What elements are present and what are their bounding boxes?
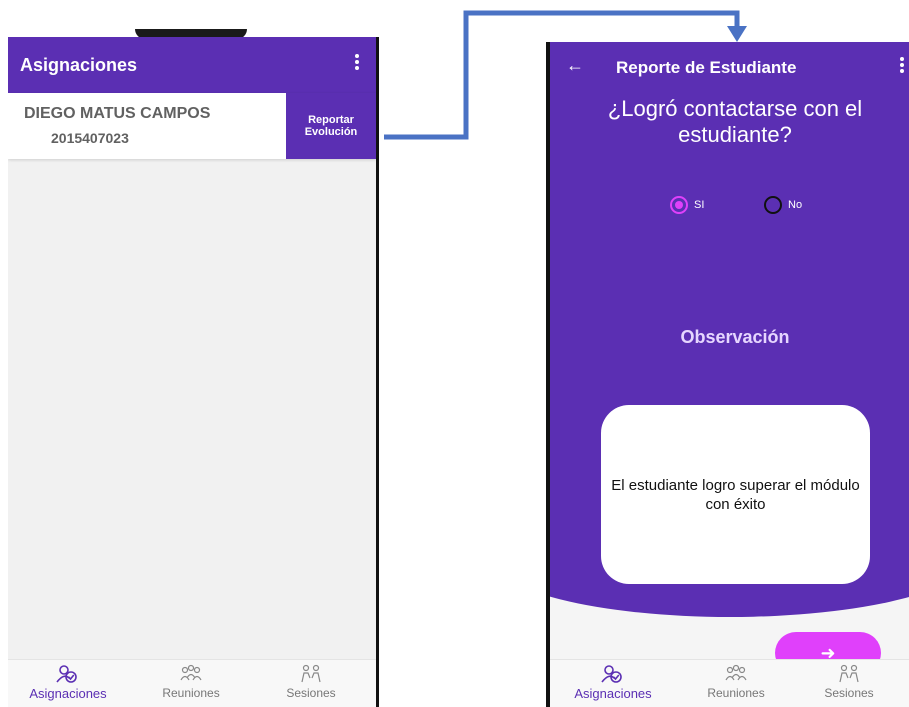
session-icon — [301, 664, 321, 683]
radio-label: No — [788, 199, 803, 211]
nav-sesiones[interactable]: Sesiones — [794, 664, 904, 700]
nav-asignaciones[interactable]: Asignaciones — [558, 664, 668, 701]
report-button-line-2: Evolución — [304, 126, 358, 138]
arrow-left-icon[interactable]: ← — [566, 55, 584, 76]
phone-bezel — [376, 37, 379, 707]
screen-title: Reporte de Estudiante — [616, 58, 797, 77]
assignments-screen: Asignaciones DIEGO MATUS CAMPOS 20154070… — [8, 37, 376, 707]
report-button-line-1: Reportar — [308, 114, 354, 126]
nav-label: Reuniones — [162, 686, 220, 700]
nav-reuniones[interactable]: Reuniones — [136, 664, 246, 700]
session-icon — [839, 664, 859, 683]
observation-text: El estudiante logro superar el módulo co… — [611, 476, 860, 513]
group-icon — [725, 664, 747, 681]
nav-asignaciones[interactable]: Asignaciones — [13, 664, 123, 701]
radio-selected-icon — [670, 196, 688, 214]
bottom-navigation: Asignaciones Reuniones Sesiones — [550, 659, 909, 707]
app-bar: ← Reporte de Estudiante — [550, 42, 909, 92]
more-menu-icon[interactable] — [897, 55, 907, 79]
radio-no[interactable]: No — [764, 196, 802, 214]
nav-label: Sesiones — [824, 686, 874, 700]
radio-si[interactable]: SI — [670, 196, 704, 214]
contact-question: ¿Logró contactarse con el estudiante? — [607, 96, 863, 147]
student-name: DIEGO MATUS CAMPOS — [24, 105, 211, 122]
radio-unselected-icon — [764, 196, 782, 214]
people-check-icon — [601, 665, 622, 683]
student-card[interactable]: DIEGO MATUS CAMPOS 2015407023 Reportar E… — [8, 93, 376, 159]
report-evolution-button[interactable]: Reportar Evolución — [286, 93, 376, 159]
app-bar: Asignaciones — [8, 37, 376, 93]
group-icon — [180, 664, 202, 681]
bottom-navigation: Asignaciones Reuniones Sesiones — [8, 659, 376, 707]
observation-label: Observación — [680, 327, 790, 347]
nav-label: Asignaciones — [574, 686, 652, 701]
contact-radio-group: SI No — [670, 196, 850, 218]
observation-textarea[interactable]: El estudiante logro superar el módulo co… — [601, 405, 870, 584]
people-check-icon — [56, 665, 77, 683]
nav-label: Asignaciones — [29, 686, 107, 701]
more-menu-icon[interactable] — [352, 52, 362, 76]
nav-reuniones[interactable]: Reuniones — [681, 664, 791, 700]
nav-label: Sesiones — [286, 686, 336, 700]
student-report-screen: ← Reporte de Estudiante ¿Logró contactar… — [550, 42, 909, 707]
nav-label: Reuniones — [707, 686, 765, 700]
student-code: 2015407023 — [51, 130, 129, 146]
screen-title: Asignaciones — [20, 55, 138, 75]
radio-label: SI — [694, 199, 705, 211]
nav-sesiones[interactable]: Sesiones — [256, 664, 366, 700]
